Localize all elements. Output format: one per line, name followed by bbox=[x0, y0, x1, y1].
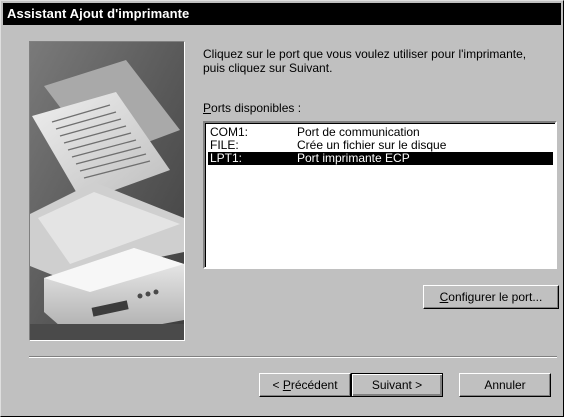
ports-available-label: Ports disponibles : bbox=[203, 101, 302, 115]
configure-port-button[interactable]: Configurer le port... bbox=[423, 285, 559, 309]
button-separator bbox=[29, 356, 557, 358]
back-button[interactable]: < Précédent bbox=[259, 373, 351, 397]
ports-listbox[interactable]: COM1: Port de communication FILE: Crée u… bbox=[203, 121, 557, 269]
printer-illustration-graphic bbox=[30, 42, 184, 340]
ports-label-accelerator: P bbox=[203, 101, 212, 115]
cancel-button[interactable]: Annuler bbox=[459, 373, 551, 397]
instruction-text: Cliquez sur le port que vous voulez util… bbox=[203, 47, 527, 75]
window-title: Assistant Ajout d'imprimante bbox=[3, 3, 561, 25]
add-printer-wizard-window: Assistant Ajout d'imprimante Cliquez sur… bbox=[0, 0, 564, 417]
port-name: LPT1: bbox=[210, 151, 243, 165]
port-list-item-selected[interactable]: LPT1: Port imprimante ECP bbox=[208, 152, 553, 165]
printer-illustration bbox=[29, 41, 185, 341]
port-description: Port imprimante ECP bbox=[297, 151, 410, 165]
next-button[interactable]: Suivant > bbox=[351, 373, 443, 397]
